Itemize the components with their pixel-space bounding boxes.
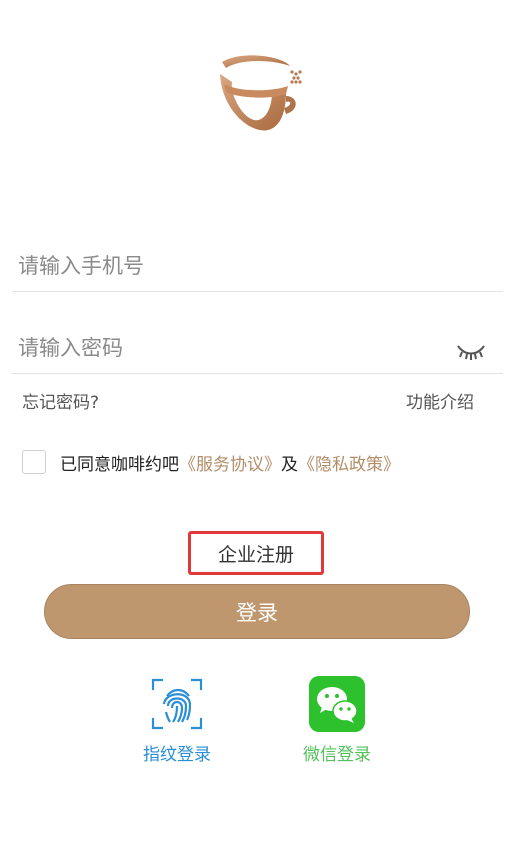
enterprise-register-link[interactable]: 企业注册	[218, 540, 294, 567]
forgot-password-link[interactable]: 忘记密码?	[22, 388, 99, 413]
wechat-login-button[interactable]: 微信登录	[292, 676, 382, 765]
password-input[interactable]	[18, 328, 438, 368]
phone-underline	[12, 291, 503, 292]
wechat-login-label: 微信登录	[303, 745, 371, 765]
agree-checkbox[interactable]	[22, 450, 46, 474]
wechat-icon	[309, 676, 365, 732]
phone-input[interactable]	[18, 246, 438, 286]
privacy-policy-link[interactable]: 《隐私政策》	[298, 450, 400, 475]
eye-closed-icon[interactable]	[455, 342, 487, 362]
service-agreement-link[interactable]: 《服务协议》	[179, 450, 281, 475]
agree-text: 已同意咖啡约吧	[60, 454, 179, 475]
enterprise-register-highlight: 企业注册	[188, 531, 324, 575]
password-underline	[12, 373, 503, 374]
fingerprint-icon	[151, 678, 203, 730]
features-link[interactable]: 功能介绍	[406, 388, 474, 413]
login-button-label: 登录	[236, 600, 278, 625]
agreement-row: 已同意咖啡约吧 《服务协议》 及 《隐私政策》	[22, 449, 400, 475]
fingerprint-login-label: 指纹登录	[143, 745, 211, 765]
agree-and-text: 及	[281, 454, 298, 475]
coffee-cup-logo	[220, 55, 302, 131]
login-button[interactable]: 登录	[44, 584, 470, 639]
fingerprint-login-button[interactable]: 指纹登录	[132, 676, 222, 765]
